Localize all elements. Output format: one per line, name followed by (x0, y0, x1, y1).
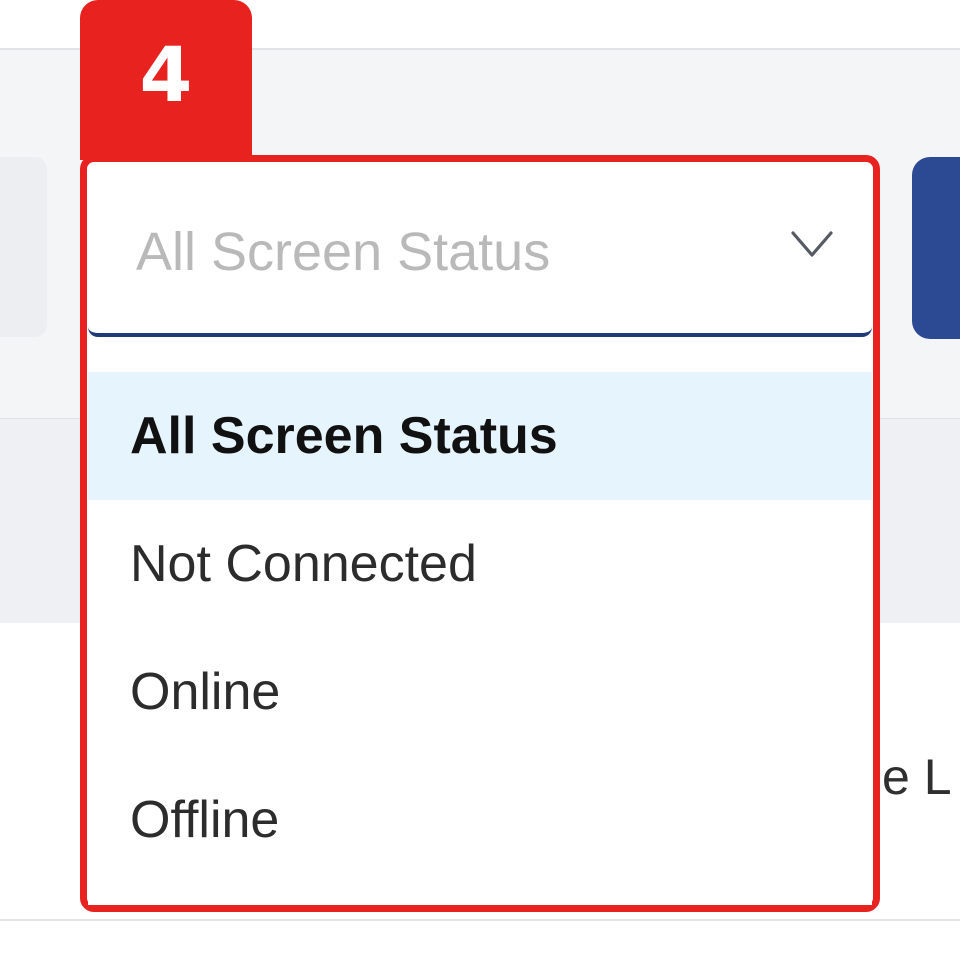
option-label: Online (130, 663, 281, 721)
screen-status-select[interactable]: All Screen Status (88, 163, 872, 337)
option-all-screen-status[interactable]: All Screen Status (88, 372, 872, 500)
option-label: Offline (130, 791, 280, 849)
screen-status-placeholder: All Screen Status (136, 222, 551, 282)
table-row (0, 921, 960, 964)
option-label: Not Connected (130, 535, 477, 593)
step-number: 4 (139, 30, 193, 119)
option-label: All Screen Status (130, 407, 558, 465)
primary-action-button[interactable] (912, 157, 960, 339)
filter-input-left[interactable] (0, 157, 47, 337)
step-badge: 4 (80, 0, 252, 160)
screen-status-dropdown: All Screen Status Not Connected Online O… (88, 370, 872, 905)
option-online[interactable]: Online (88, 628, 872, 756)
table-cell-text: e L (882, 749, 952, 805)
page: e L 4 All Screen Status All Screen Statu… (0, 0, 960, 964)
option-not-connected[interactable]: Not Connected (88, 500, 872, 628)
option-offline[interactable]: Offline (88, 756, 872, 884)
chevron-down-icon (791, 231, 833, 257)
